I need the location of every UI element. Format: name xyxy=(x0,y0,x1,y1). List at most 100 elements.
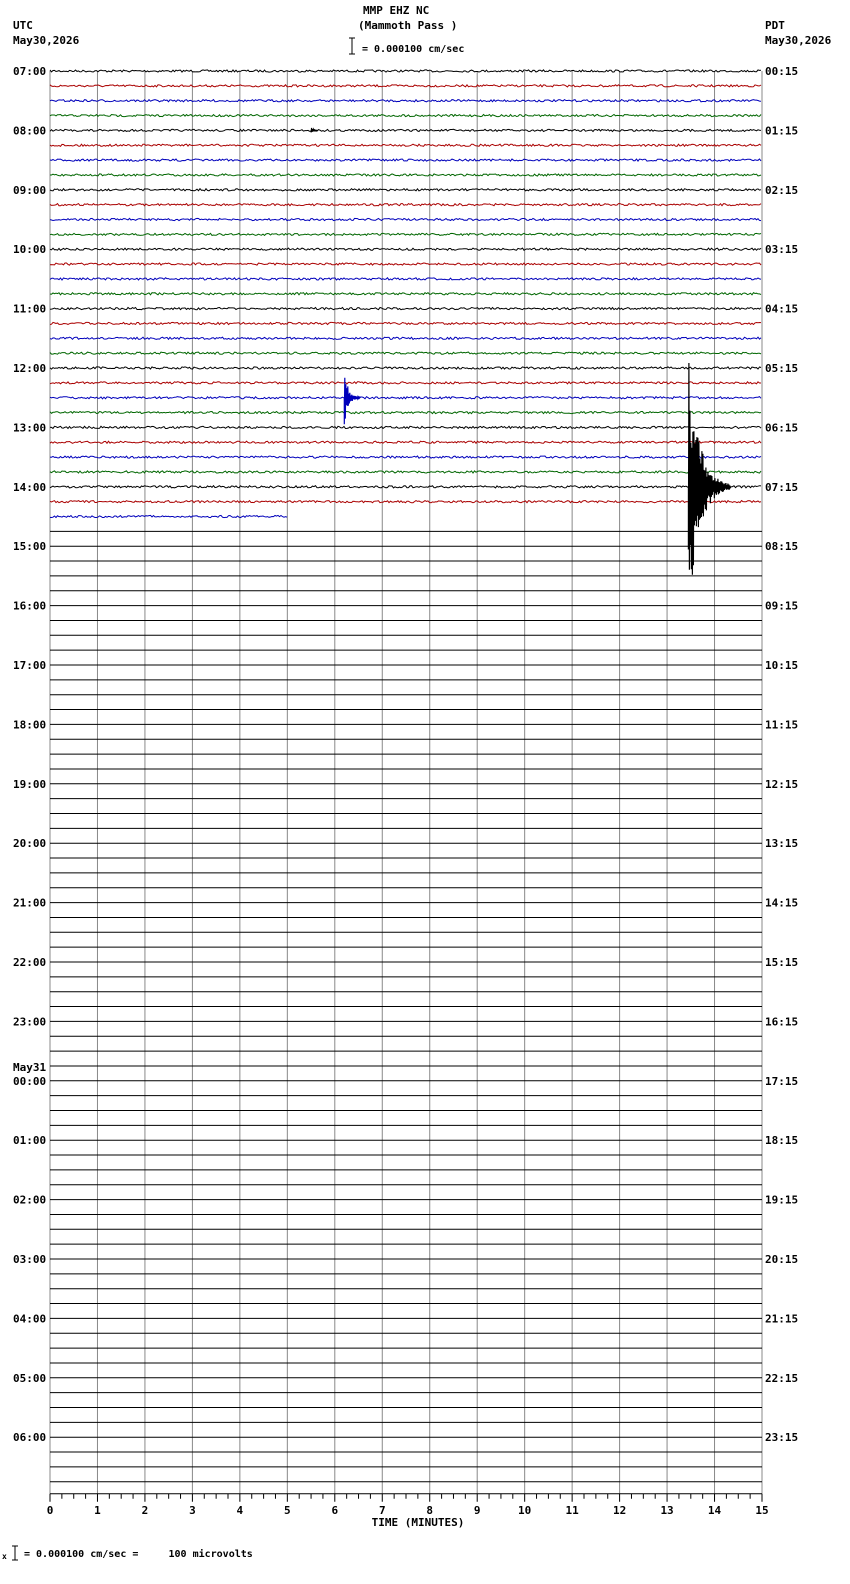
utc-hour-label: 18:00 xyxy=(13,718,46,731)
trace-row xyxy=(49,395,762,400)
x-tick-label: 15 xyxy=(755,1504,768,1517)
x-tick-label: 12 xyxy=(613,1504,626,1517)
trace-row xyxy=(49,232,762,237)
trace-row xyxy=(49,276,762,281)
pdt-hour-label: 13:15 xyxy=(765,837,798,850)
pdt-hour-label: 21:15 xyxy=(765,1312,798,1325)
utc-hour-label: 16:00 xyxy=(13,600,46,613)
pdt-hour-label: 02:15 xyxy=(765,184,798,197)
trace-row xyxy=(49,83,762,88)
x-tick-label: 14 xyxy=(708,1504,722,1517)
trace-row xyxy=(49,291,762,296)
utc-hour-label: 08:00 xyxy=(13,124,46,137)
trace-row xyxy=(49,321,762,326)
utc-hour-label: 20:00 xyxy=(13,837,46,850)
pdt-hour-label: 11:15 xyxy=(765,718,798,731)
trace-row xyxy=(49,247,762,252)
pdt-hour-label: 16:15 xyxy=(765,1015,798,1028)
x-tick-label: 13 xyxy=(660,1504,673,1517)
pdt-hour-label: 18:15 xyxy=(765,1134,798,1147)
pdt-hour-label: 08:15 xyxy=(765,540,798,553)
pdt-hour-label: 15:15 xyxy=(765,956,798,969)
pdt-hour-label: 03:15 xyxy=(765,243,798,256)
utc-hour-label: 17:00 xyxy=(13,659,46,672)
seismic-event xyxy=(343,377,361,425)
utc-hour-label: 05:00 xyxy=(13,1372,46,1385)
pdt-hour-label: 14:15 xyxy=(765,897,798,910)
utc-hour-label: 04:00 xyxy=(13,1312,46,1325)
trace-row xyxy=(49,158,762,162)
x-tick-label: 10 xyxy=(518,1504,531,1517)
pdt-hour-label: 05:15 xyxy=(765,362,798,375)
utc-hour-label: 07:00 xyxy=(13,65,46,78)
seismic-event xyxy=(687,362,731,575)
pdt-hour-label: 01:15 xyxy=(765,124,798,137)
trace-row xyxy=(49,69,762,73)
utc-hour-label: 15:00 xyxy=(13,540,46,553)
trace-row xyxy=(49,336,762,341)
pdt-hour-labels: 00:15 01:15 02:15 03:15 04:15 05:15 06:15 07:15… xyxy=(765,65,798,1444)
seismogram-plot: 0 1 2 3 4 5 6 7 8 9 10 11 12 13 14 15TIME (MINUTES) 07:… xyxy=(12,37,798,1561)
trace-row xyxy=(49,187,762,192)
trace-row xyxy=(49,217,762,222)
pdt-hour-label: 19:15 xyxy=(765,1194,798,1207)
trace-row xyxy=(49,470,762,474)
trace-row xyxy=(50,173,762,177)
pdt-hour-label: 09:15 xyxy=(765,600,798,613)
pdt-hour-label: 06:15 xyxy=(765,421,798,434)
utc-hour-label: 11:00 xyxy=(13,303,46,316)
x-tick-label: 5 xyxy=(284,1504,291,1517)
x-tick-label: 2 xyxy=(142,1504,149,1517)
x-tick-label: 11 xyxy=(566,1504,580,1517)
pdt-hour-label: 04:15 xyxy=(765,303,798,316)
trace-row xyxy=(49,113,762,118)
trace-row xyxy=(49,143,762,148)
utc-hour-label: 14:00 xyxy=(13,481,46,494)
utc-hour-label: 22:00 xyxy=(13,956,46,969)
x-axis-label: TIME (MINUTES) xyxy=(372,1516,465,1529)
pdt-hour-label: 22:15 xyxy=(765,1372,798,1385)
trace-row xyxy=(49,440,762,445)
trace-row xyxy=(49,380,761,385)
x-tick-label: 3 xyxy=(189,1504,196,1517)
trace-row xyxy=(49,262,762,266)
trace-row xyxy=(49,514,288,519)
utc-hour-label: 03:00 xyxy=(13,1253,46,1266)
trace-row xyxy=(49,484,762,489)
date-change-label: May31 xyxy=(13,1061,46,1074)
utc-hour-label: 21:00 xyxy=(13,897,46,910)
x-tick-label: 0 xyxy=(47,1504,54,1517)
trace-row xyxy=(49,306,762,311)
pdt-hour-label: 23:15 xyxy=(765,1431,798,1444)
trace-row xyxy=(49,202,762,207)
trace-row xyxy=(49,351,762,355)
x-axis: 0 1 2 3 4 5 6 7 8 9 10 11 12 13 14 15TIME (MINUTES) xyxy=(47,1493,769,1529)
x-tick-label: 6 xyxy=(331,1504,338,1517)
trace-row xyxy=(49,499,762,504)
trace-row xyxy=(49,425,762,430)
trace-row xyxy=(49,455,762,459)
utc-hour-label: 10:00 xyxy=(13,243,46,256)
pdt-hour-label: 12:15 xyxy=(765,778,798,791)
trace-row xyxy=(49,128,762,133)
x-tick-label: 1 xyxy=(94,1504,101,1517)
x-tick-label: 9 xyxy=(474,1504,481,1517)
trace-row xyxy=(49,366,762,370)
pdt-hour-label: 10:15 xyxy=(765,659,798,672)
trace-row xyxy=(49,98,762,103)
utc-hour-label: 09:00 xyxy=(13,184,46,197)
utc-hour-label: 02:00 xyxy=(13,1194,46,1207)
seismic-event xyxy=(310,127,318,133)
trace-group xyxy=(49,69,762,519)
pdt-hour-label: 00:15 xyxy=(765,65,798,78)
utc-hour-label: 01:00 xyxy=(13,1134,46,1147)
utc-hour-label: 13:00 xyxy=(13,421,46,434)
utc-hour-label: 00:00 xyxy=(13,1075,46,1088)
utc-hour-label: 19:00 xyxy=(13,778,46,791)
pdt-hour-label: 17:15 xyxy=(765,1075,798,1088)
x-tick-label: 4 xyxy=(237,1504,244,1517)
grid xyxy=(49,71,763,1494)
utc-hour-label: 23:00 xyxy=(13,1015,46,1028)
utc-hour-labels: 07:00 08:00 09:00 10:00 11:00 12:00 13:00 14:00… xyxy=(13,65,46,1444)
pdt-hour-label: 20:15 xyxy=(765,1253,798,1266)
